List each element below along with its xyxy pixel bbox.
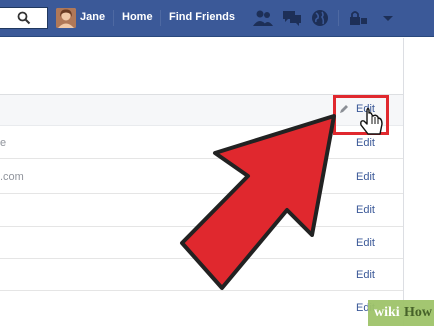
row-divider xyxy=(0,226,403,227)
messages-icon[interactable] xyxy=(282,9,302,27)
row-divider xyxy=(0,193,403,194)
find-friends-link[interactable]: Find Friends xyxy=(169,11,235,23)
edit-link[interactable]: Edit xyxy=(356,269,375,281)
profile-link[interactable]: Jane xyxy=(80,11,105,23)
nav-separator xyxy=(160,10,161,26)
row-divider xyxy=(0,258,403,259)
settings-arrow-icon[interactable] xyxy=(378,9,398,27)
settings-panel xyxy=(0,38,404,326)
edit-link[interactable]: Edit xyxy=(356,204,375,216)
row-divider xyxy=(0,290,403,291)
edit-link[interactable]: Edit xyxy=(356,137,375,149)
watermark-how: How xyxy=(404,305,432,320)
privacy-lock-icon[interactable] xyxy=(348,9,368,27)
search-icon xyxy=(17,11,31,25)
row-value: .com xyxy=(0,171,24,183)
right-column xyxy=(404,38,434,326)
notifications-globe-icon[interactable] xyxy=(310,9,330,27)
wikihow-watermark: wiki How xyxy=(368,300,434,326)
top-navigation-bar: Jane Home Find Friends xyxy=(0,0,434,37)
friend-requests-icon[interactable] xyxy=(253,9,273,27)
edit-link[interactable]: Edit xyxy=(356,237,375,249)
row-divider xyxy=(0,158,403,159)
edit-link[interactable]: Edit xyxy=(356,171,375,183)
nav-separator xyxy=(113,10,114,26)
highlight-box xyxy=(333,95,389,135)
nav-separator xyxy=(338,10,339,26)
search-button[interactable] xyxy=(0,7,48,29)
row-value: e xyxy=(0,137,7,149)
home-link[interactable]: Home xyxy=(122,11,153,23)
watermark-wiki: wiki xyxy=(374,305,400,320)
avatar[interactable] xyxy=(56,8,76,28)
